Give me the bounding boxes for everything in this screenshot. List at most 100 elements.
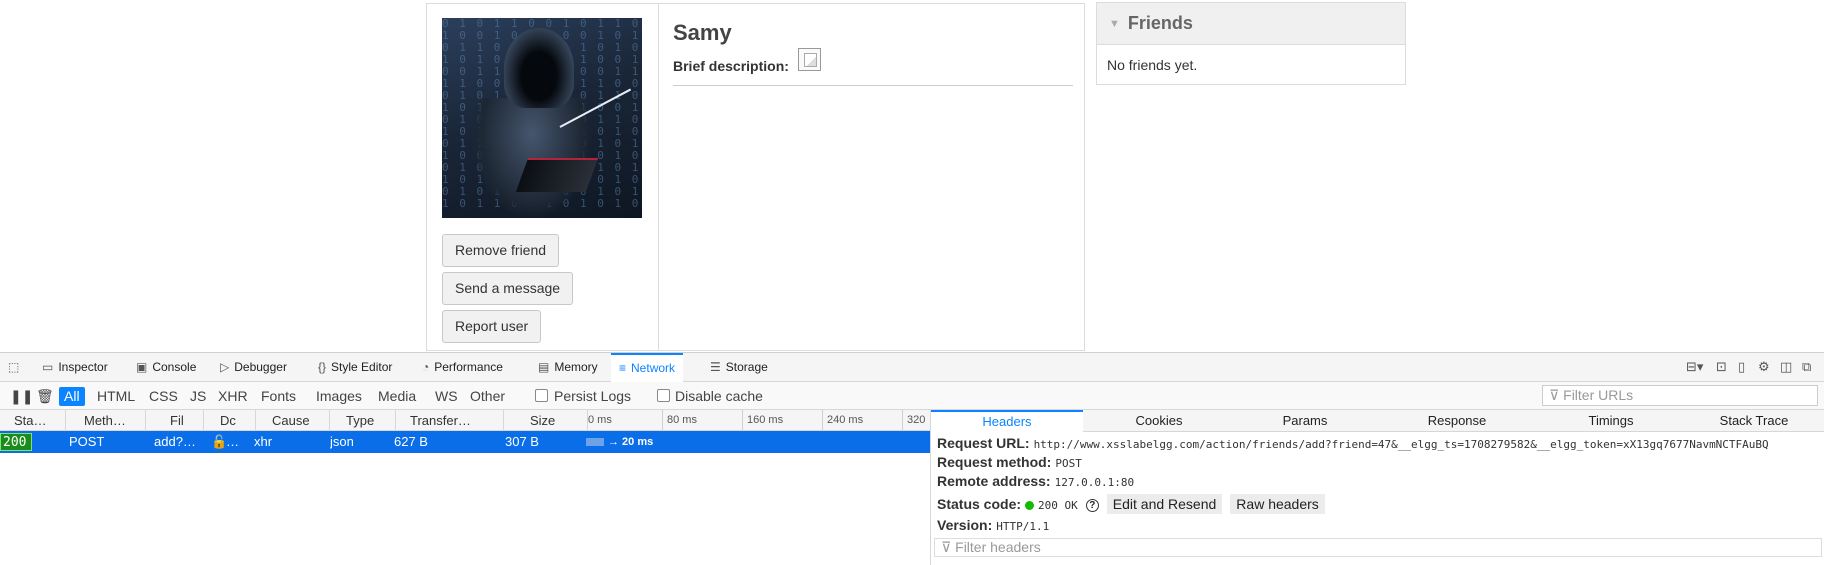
table-row[interactable]: 200 POST add?… 🔓 … xhr json 627 B 307 B …: [0, 431, 930, 453]
split-console-icon[interactable]: ⊡: [1716, 359, 1727, 375]
persist-logs-checkbox[interactable]: [535, 389, 548, 402]
style-editor-icon: {}: [318, 360, 327, 374]
column-cause[interactable]: Cause: [268, 410, 330, 431]
status-ok-dot-icon: [1025, 500, 1035, 510]
filter-urls-input[interactable]: ⊽ Filter URLs: [1542, 385, 1818, 406]
memory-icon: ▤: [538, 360, 550, 374]
clear-trash-icon[interactable]: 🗑: [36, 386, 54, 406]
undock-window-icon[interactable]: ⧉: [1802, 359, 1811, 375]
help-icon[interactable]: ?: [1085, 498, 1099, 512]
send-message-button[interactable]: Send a message: [442, 272, 574, 305]
debugger-icon: ▷: [220, 360, 230, 374]
filter-js[interactable]: JS: [187, 387, 209, 406]
insecure-lock-icon: 🔓: [211, 434, 228, 449]
tab-performance[interactable]: ◔ Performance: [422, 353, 503, 382]
persist-logs-label: Persist Logs: [554, 388, 632, 404]
request-size: 307 B: [505, 434, 539, 449]
disable-cache-label: Disable cache: [675, 388, 763, 404]
responsive-mode-icon[interactable]: ▯: [1738, 359, 1745, 375]
brief-description-label: Brief description:: [673, 58, 789, 74]
filter-headers-input[interactable]: ⊽ Filter headers: [934, 538, 1822, 557]
friends-empty-message: No friends yet.: [1107, 57, 1198, 73]
request-cause: xhr: [254, 434, 273, 449]
column-type[interactable]: Type: [342, 410, 396, 431]
filter-xhr[interactable]: XHR: [215, 387, 251, 406]
column-method[interactable]: Meth…: [80, 410, 146, 431]
tab-debugger[interactable]: ▷ Debugger: [220, 353, 287, 382]
friends-title: Friends: [1127, 13, 1193, 33]
tab-params[interactable]: Params: [1235, 410, 1375, 432]
tab-console[interactable]: ▣ Console: [136, 353, 196, 382]
disable-cache-checkbox[interactable]: [657, 389, 670, 402]
dock-side-icon[interactable]: ◫: [1780, 359, 1792, 375]
filter-all[interactable]: All: [59, 387, 85, 406]
element-picker-icon[interactable]: ⬚: [8, 353, 19, 382]
tab-stack-trace[interactable]: Stack Trace: [1683, 410, 1824, 432]
filter-images[interactable]: Images: [313, 387, 365, 406]
column-domain[interactable]: Dc: [216, 410, 256, 431]
friends-header[interactable]: ▼ Friends: [1097, 3, 1405, 45]
settings-gear-icon[interactable]: ⚙: [1758, 359, 1770, 375]
inspector-icon: ▭: [42, 360, 54, 374]
waterfall-bar: [586, 438, 604, 446]
tab-timings[interactable]: Timings: [1539, 410, 1683, 432]
filter-other[interactable]: Other: [467, 387, 508, 406]
tab-storage[interactable]: ☰ Storage: [710, 353, 768, 382]
devtools-panel: ⬚ ▭ Inspector ▣ Console ▷ Debugger {} St…: [0, 352, 1824, 565]
filter-ws[interactable]: WS: [432, 387, 461, 406]
column-file[interactable]: Fil: [166, 410, 204, 431]
request-type: json: [330, 434, 354, 449]
timeline-tick: 320: [902, 410, 925, 431]
status-badge: 200: [0, 433, 32, 451]
profile-card: 0 1 0 1 1 0 0 1 0 1 1 0 1 0 0 1 0 1 1 0 …: [426, 3, 1085, 351]
pause-icon[interactable]: ❚❚: [10, 386, 33, 406]
report-user-button[interactable]: Report user: [442, 310, 542, 343]
layout-toggle-icon[interactable]: ⊟▾: [1686, 359, 1703, 375]
tab-memory[interactable]: ▤ Memory: [538, 353, 598, 382]
request-file: add?…: [154, 434, 196, 449]
tab-headers[interactable]: Headers: [931, 410, 1083, 432]
broken-image-icon: [798, 48, 821, 71]
request-method-value: POST: [1055, 457, 1082, 470]
status-code-row: Status code: 200 OK? Edit and Resend Raw he…: [937, 494, 1325, 514]
tab-inspector[interactable]: ▭ Inspector: [42, 353, 108, 382]
tab-cookies[interactable]: Cookies: [1083, 410, 1235, 432]
request-transferred: 627 B: [394, 434, 428, 449]
column-transferred[interactable]: Transfer…: [406, 410, 504, 431]
raw-headers-button[interactable]: Raw headers: [1230, 494, 1325, 514]
filter-html[interactable]: HTML: [94, 387, 138, 406]
column-status[interactable]: Sta…: [10, 410, 66, 431]
filter-icon: ⊽: [941, 539, 956, 555]
version-value: HTTP/1.1: [996, 520, 1050, 533]
filter-css[interactable]: CSS: [146, 387, 181, 406]
request-url-row: Request URL: http://www.xsslabelgg.com/ac…: [937, 435, 1769, 451]
column-size[interactable]: Size: [526, 410, 588, 431]
request-method: POST: [69, 434, 105, 449]
devtools-tabbar: ⬚ ▭ Inspector ▣ Console ▷ Debugger {} St…: [0, 353, 1824, 382]
timeline-tick: 80 ms: [662, 410, 697, 431]
tab-network[interactable]: ≡ Network: [611, 353, 684, 382]
remove-friend-button[interactable]: Remove friend: [442, 234, 560, 267]
avatar-laptop: [515, 158, 599, 192]
avatar[interactable]: 0 1 0 1 1 0 0 1 0 1 1 0 1 0 0 1 0 1 1 0 …: [442, 18, 642, 218]
filter-fonts[interactable]: Fonts: [258, 387, 299, 406]
details-tabbar: Headers Cookies Params Response Timings …: [931, 410, 1824, 432]
remote-address-row: Remote address: 127.0.0.1:80: [937, 473, 1135, 489]
waterfall-label: → 20 ms: [608, 436, 654, 448]
timeline-tick: 160 ms: [742, 410, 783, 431]
tab-response[interactable]: Response: [1375, 410, 1539, 432]
request-details-panel: Headers Cookies Params Response Timings …: [930, 410, 1824, 565]
edit-and-resend-button[interactable]: Edit and Resend: [1106, 494, 1223, 514]
console-icon: ▣: [136, 360, 148, 374]
timeline-tick: 240 ms: [822, 410, 863, 431]
filter-media[interactable]: Media: [375, 387, 419, 406]
collapse-triangle-icon[interactable]: ▼: [1109, 18, 1120, 30]
profile-sidebar: 0 1 0 1 1 0 0 1 0 1 1 0 1 0 0 1 0 1 1 0 …: [427, 4, 659, 350]
filter-icon: ⊽: [1549, 387, 1564, 403]
version-row: Version: HTTP/1.1: [937, 517, 1050, 533]
request-list-header: Sta… Meth… Fil Dc Cause Type Transfer… S…: [0, 410, 930, 431]
tab-style-editor[interactable]: {} Style Editor: [318, 353, 392, 382]
request-method-row: Request method: POST: [937, 454, 1082, 470]
divider: [673, 85, 1073, 86]
request-url-value[interactable]: http://www.xsslabelgg.com/action/friends…: [1034, 438, 1769, 451]
